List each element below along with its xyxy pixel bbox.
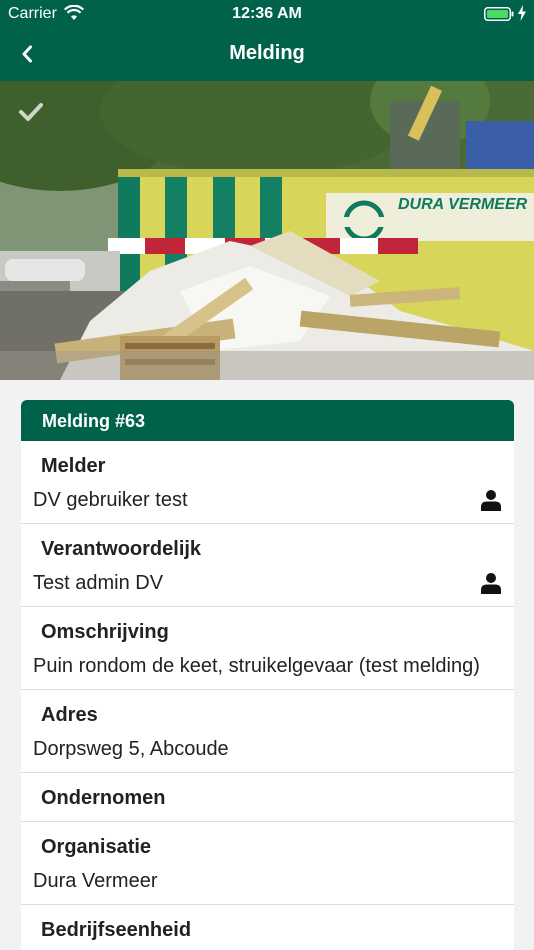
checkmark-icon <box>19 103 43 121</box>
status-bar: Carrier 12:36 AM <box>0 0 534 28</box>
detail-row-organisatie[interactable]: Organisatie Dura Vermeer <box>21 822 514 905</box>
top-bar: Carrier 12:36 AM Melding <box>0 0 534 81</box>
row-value: DV gebruiker test <box>33 489 188 511</box>
detail-row-bedrijfseenheid[interactable]: Bedrijfseenheid <box>21 905 514 950</box>
incident-photo[interactable]: DURA VERMEER <box>0 81 534 380</box>
row-label: Verantwoordelijk <box>41 538 202 560</box>
detail-row-melder[interactable]: Melder DV gebruiker test <box>21 441 514 524</box>
detail-row-verantwoordelijk[interactable]: Verantwoordelijk Test admin DV <box>21 524 514 607</box>
row-value: Dura Vermeer <box>33 870 158 892</box>
report-card: Melding #63 Melder DV gebruiker test Ver… <box>21 400 514 950</box>
person-icon[interactable] <box>480 489 502 511</box>
charging-bolt-icon <box>518 5 526 21</box>
person-icon[interactable] <box>480 572 502 594</box>
row-value: Puin rondom de keet, struikelgevaar (tes… <box>33 655 480 677</box>
sign-text: DURA VERMEER <box>398 196 528 213</box>
report-card-header: Melding #63 <box>21 400 514 441</box>
detail-row-adres[interactable]: Adres Dorpsweg 5, Abcoude <box>21 690 514 773</box>
row-label: Ondernomen <box>41 787 166 809</box>
page-title: Melding <box>229 42 305 64</box>
row-value: Dorpsweg 5, Abcoude <box>33 738 229 760</box>
row-value: Test admin DV <box>33 572 164 594</box>
row-label: Melder <box>41 455 106 477</box>
row-label: Adres <box>41 704 98 726</box>
row-label: Omschrijving <box>41 621 169 643</box>
construction-site-image: DURA VERMEER <box>0 81 534 380</box>
navigation-bar: Melding <box>0 28 534 81</box>
detail-row-ondernomen[interactable]: Ondernomen <box>21 773 514 822</box>
row-label: Organisatie <box>41 836 152 858</box>
status-time: 12:36 AM <box>232 5 302 22</box>
detail-row-omschrijving[interactable]: Omschrijving Puin rondom de keet, struik… <box>21 607 514 690</box>
row-label: Bedrijfseenheid <box>41 919 192 941</box>
battery-icon <box>484 7 514 21</box>
